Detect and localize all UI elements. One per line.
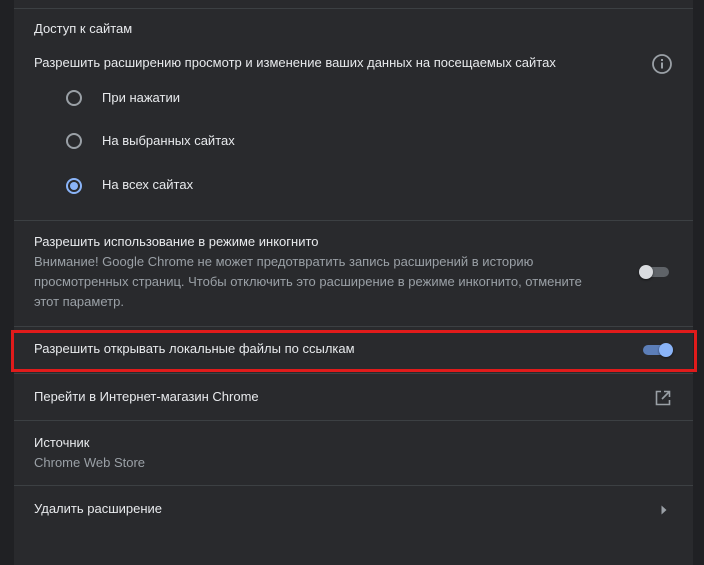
- remove-extension-label: Удалить расширение: [34, 501, 163, 516]
- radio-button[interactable]: [66, 90, 82, 106]
- incognito-description-line-2: просмотренных страниц. Чтобы отключить э…: [34, 274, 582, 289]
- divider: [14, 8, 693, 9]
- radio-button[interactable]: [66, 133, 82, 149]
- site-access-permission-label: Разрешить расширению просмотр и изменени…: [34, 55, 556, 70]
- divider: [14, 373, 693, 374]
- site-access-heading: Доступ к сайтам: [34, 21, 133, 36]
- divider: [14, 326, 693, 327]
- chevron-right-icon[interactable]: [660, 505, 668, 515]
- toggle-knob: [639, 265, 653, 279]
- divider: [14, 420, 693, 421]
- source-title: Источник: [34, 435, 90, 450]
- incognito-toggle[interactable]: [639, 262, 673, 282]
- divider: [14, 485, 693, 486]
- webstore-link[interactable]: Перейти в Интернет-магазин Chrome: [34, 387, 259, 407]
- divider: [14, 220, 693, 221]
- option-label: При нажатии: [102, 90, 180, 105]
- option-label: На всех сайтах: [102, 177, 194, 192]
- incognito-description-line-1: Внимание! Google Chrome не может предотв…: [34, 254, 534, 269]
- open-in-new-icon[interactable]: [655, 390, 671, 406]
- extension-details-page: Доступ к сайтам Разрешить расширению про…: [0, 0, 704, 565]
- option-label: На выбранных сайтах: [102, 133, 235, 148]
- incognito-title: Разрешить использование в режиме инкогни…: [34, 234, 319, 249]
- highlight-frame: [11, 330, 697, 372]
- info-icon[interactable]: [651, 53, 673, 75]
- source-value: Chrome Web Store: [34, 455, 146, 470]
- radio-button-checked[interactable]: [66, 178, 82, 194]
- incognito-description-line-3: этот параметр.: [34, 294, 124, 309]
